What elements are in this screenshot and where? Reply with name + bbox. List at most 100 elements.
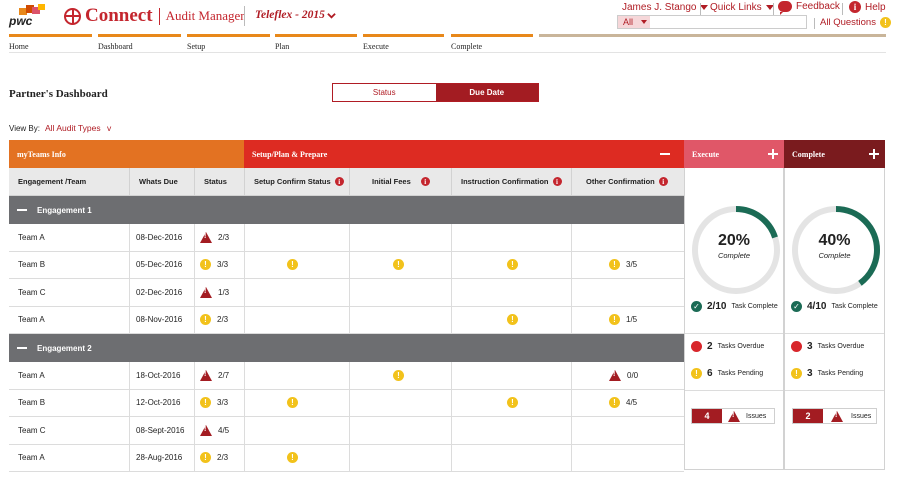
cell-divider — [451, 251, 452, 278]
cell-divider — [194, 389, 195, 416]
status-value: 2/7 — [218, 370, 230, 380]
cell-divider — [129, 279, 130, 306]
brand-divider — [158, 7, 160, 25]
step-progress-track — [539, 34, 886, 54]
user-menu[interactable]: James J. Stango — [622, 2, 709, 13]
search-input[interactable] — [652, 16, 802, 28]
check-icon: ✓ — [791, 301, 802, 312]
alert-triangle-icon — [200, 231, 212, 243]
panel-divider — [785, 390, 884, 391]
cell-divider — [244, 251, 245, 278]
cell-divider — [194, 279, 195, 306]
other-confirmation-cell[interactable]: ! 1/5 — [609, 307, 637, 334]
feedback-link[interactable]: Feedback — [778, 1, 840, 15]
warning-icon: ! — [609, 397, 620, 409]
step-complete[interactable]: Complete — [451, 34, 533, 54]
expand-icon[interactable] — [768, 149, 778, 159]
status-cell: ! 2/3 — [200, 445, 228, 472]
table-row[interactable]: Team B 05-Dec-2016! 3/3!!!! 3/5 — [9, 251, 684, 279]
search-scope-value: All — [623, 17, 634, 27]
cell-divider — [349, 362, 350, 389]
app-brand[interactable]: Connect Audit Manager — [64, 5, 245, 27]
instruction-cell[interactable]: ! — [507, 390, 518, 417]
table-row[interactable]: Team A 08-Dec-2016 2/3 — [9, 224, 684, 252]
table-row[interactable]: Team C 08-Sept-2016 4/5 — [9, 417, 684, 445]
cell-divider — [571, 362, 572, 389]
step-execute[interactable]: Execute — [363, 34, 444, 54]
execute-percent: 20% — [717, 232, 751, 249]
quick-links-menu[interactable]: Quick Links — [710, 2, 774, 13]
complete-tasks-pending: ! 3 Tasks Pending — [791, 368, 863, 379]
table-row[interactable]: Team A 18-Oct-2016 2/7! 0/0 — [9, 362, 684, 390]
check-icon: ✓ — [691, 301, 702, 312]
panel-divider — [685, 333, 783, 334]
complete-progress-ring — [792, 206, 880, 294]
setup-confirm-cell[interactable]: ! — [287, 445, 298, 472]
search-scope-select[interactable]: All — [618, 16, 650, 28]
step-dashboard[interactable]: Dashboard — [98, 34, 181, 54]
team-name: Team A — [18, 453, 45, 463]
execute-tasks-complete: ✓ 2/10 Task Complete — [691, 301, 778, 312]
complete-band-label: Complete — [792, 149, 825, 159]
expand-icon[interactable] — [869, 149, 879, 159]
help-link[interactable]: i Help — [849, 1, 886, 13]
table-row[interactable]: Team A 08-Nov-2016! 2/3!! 1/5 — [9, 306, 684, 334]
execute-pending-label: Tasks Pending — [717, 370, 764, 377]
step-plan[interactable]: Plan — [275, 34, 357, 54]
col-header-due-label: Whats Due — [139, 177, 178, 186]
info-icon[interactable]: i — [334, 177, 344, 186]
execute-pending-value: 6 — [707, 368, 713, 379]
complete-issues-button[interactable]: 2 Issues — [792, 408, 877, 424]
status-value: 2/3 — [217, 453, 229, 463]
cell-divider — [349, 251, 350, 278]
engagement-group-header[interactable]: Engagement 2 — [9, 334, 684, 362]
collapse-icon[interactable] — [660, 153, 670, 155]
other-confirmation-cell[interactable]: 0/0 — [609, 362, 638, 389]
other-confirmation-cell[interactable]: ! 3/5 — [609, 252, 637, 279]
team-name: Team C — [18, 287, 46, 297]
execute-tasks-overdue: 2 Tasks Overdue — [691, 341, 764, 352]
table-row[interactable]: Team B 12-Oct-2016! 3/3!!! 4/5 — [9, 389, 684, 417]
header-divider — [842, 3, 843, 15]
cell-divider — [129, 444, 130, 471]
overdue-dot-icon — [791, 341, 802, 352]
cell-divider — [451, 362, 452, 389]
table-row[interactable]: Team A 28-Aug-2016 ! 2/3! — [9, 444, 684, 472]
execute-band-label: Execute — [692, 149, 720, 159]
execute-issues-label: Issues — [746, 412, 767, 420]
overdue-dot-icon — [691, 341, 702, 352]
warning-icon: ! — [507, 397, 518, 409]
due-date-toggle-button[interactable]: Due Date — [435, 84, 538, 101]
warning-icon: ! — [507, 314, 518, 326]
collapse-icon[interactable] — [17, 209, 27, 211]
engagement-group-header[interactable]: Engagement 1 — [9, 196, 684, 224]
header-divider — [700, 3, 701, 15]
team-name: Team B — [18, 260, 46, 270]
initial-fees-cell[interactable]: ! — [393, 362, 404, 389]
audit-type-select[interactable]: All Audit Types v — [45, 123, 111, 133]
instruction-cell[interactable]: ! — [507, 252, 518, 279]
initial-fees-cell[interactable]: ! — [393, 252, 404, 279]
client-selector[interactable]: Teleflex - 2015 — [255, 9, 325, 21]
table-row[interactable]: Team C 02-Dec-2016 1/3 — [9, 279, 684, 307]
cell-divider — [244, 306, 245, 333]
setup-confirm-cell[interactable]: ! — [287, 390, 298, 417]
setup-confirm-cell[interactable]: ! — [287, 252, 298, 279]
step-home[interactable]: Home — [9, 34, 92, 54]
col-header-status-label: Status — [204, 177, 227, 186]
due-date: 28-Aug-2016 — [136, 453, 183, 463]
status-cell: 4/5 — [200, 417, 229, 444]
other-confirmation-cell[interactable]: ! 4/5 — [609, 390, 637, 417]
status-toggle-button[interactable]: Status — [333, 84, 436, 101]
step-navigation: Home Dashboard Setup Plan Execute Comple… — [9, 34, 886, 54]
collapse-icon[interactable] — [17, 347, 27, 349]
all-questions-link[interactable]: All Questions ! — [814, 17, 891, 29]
chevron-down-icon[interactable] — [327, 11, 336, 20]
info-icon[interactable]: i — [420, 177, 430, 186]
info-icon[interactable]: i — [552, 177, 562, 186]
info-icon[interactable]: i — [658, 177, 668, 186]
step-setup[interactable]: Setup — [187, 34, 270, 54]
instruction-cell[interactable]: ! — [507, 307, 518, 334]
execute-issues-button[interactable]: 4 Issues — [691, 408, 775, 424]
complete-percent: 40% — [818, 232, 851, 249]
